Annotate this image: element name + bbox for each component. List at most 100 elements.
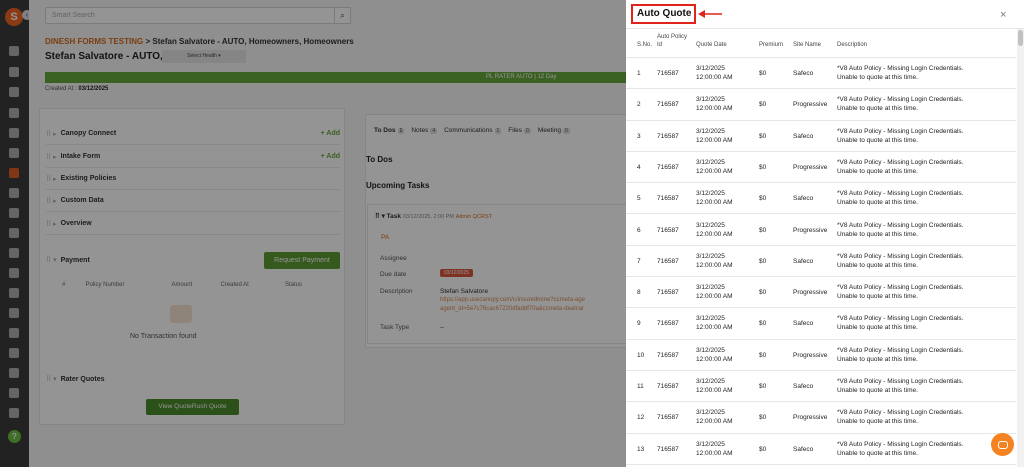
close-icon[interactable]: × — [1000, 9, 1006, 21]
cell-sno: 1 — [637, 70, 641, 77]
cell-site-name: Safeco — [793, 383, 814, 390]
cell-quote-time: 12:00:00 AM — [696, 199, 733, 207]
cell-policy-id: 716587 — [657, 163, 679, 171]
cell-description: *V8 Auto Policy - Missing Login Credenti… — [837, 127, 964, 135]
cell-policy-id: 716587 — [657, 383, 679, 390]
cell-quote-time: 12:00:00 AM — [696, 136, 733, 144]
cell-quote-date: 3/12/2025 — [696, 440, 725, 448]
cell-quote-time: 12:00:00 AM — [696, 105, 733, 113]
cell-sno: 11 — [637, 383, 644, 390]
cell-description: *V8 Auto Policy - Missing Login Credenti… — [837, 440, 964, 448]
cell-premium: $0 — [759, 257, 767, 265]
cell-policy-id: 716587 — [657, 195, 679, 203]
auto-quote-drawer: Auto Quote × S.No. Auto Policy Id Quote … — [626, 0, 1024, 467]
cell-quote-time: 12:00:00 AM — [696, 74, 733, 81]
cell-quote-date: 3/12/2025 — [696, 315, 725, 323]
cell-site-name: Safeco — [793, 257, 814, 265]
cell-sno: 4 — [637, 163, 641, 171]
cell-policy-id: 716587 — [657, 351, 679, 359]
cell-description: *V8 Auto Policy - Missing Login Credenti… — [837, 96, 964, 104]
cell-quote-time: 12:00:00 AM — [696, 449, 733, 457]
cell-sno: 6 — [637, 226, 641, 234]
cell-premium: $0 — [759, 320, 767, 328]
cell-sno: 13 — [637, 445, 645, 453]
cell-description: *V8 Auto Policy - Missing Login Credenti… — [837, 190, 964, 198]
cell-sno: 12 — [637, 414, 645, 422]
cell-premium: $0 — [759, 445, 767, 453]
cell-description: *V8 Auto Policy - Missing Login Credenti… — [837, 65, 964, 72]
cell-sno: 3 — [637, 132, 641, 140]
col-sno: S.No. — [637, 42, 653, 48]
cell-site-name: Progressive — [793, 226, 828, 234]
cell-quote-time: 12:00:00 AM — [696, 261, 733, 269]
col-quote-date: Quote Date — [696, 42, 727, 48]
drawer-title: Auto Quote — [631, 4, 696, 24]
cell-quote-time: 12:00:00 AM — [696, 387, 733, 394]
cell-sno: 10 — [637, 351, 645, 359]
cell-premium: $0 — [759, 101, 767, 109]
cell-description-cont: Unable to quote at this time. — [837, 230, 918, 238]
cell-quote-date: 3/12/2025 — [696, 409, 725, 417]
table-row: 13 716587 3/12/2025 12:00:00 AM $0 Safeco *V8 … — [626, 434, 1016, 465]
cell-site-name: Safeco — [793, 70, 814, 77]
modal-overlay[interactable] — [0, 0, 626, 467]
col-site-name: Site Name — [793, 42, 822, 48]
cell-quote-date: 3/12/2025 — [696, 378, 725, 385]
cell-premium: $0 — [759, 414, 767, 422]
cell-quote-date: 3/12/2025 — [696, 127, 725, 135]
cell-description: *V8 Auto Policy - Missing Login Credenti… — [837, 252, 964, 260]
cell-description-cont: Unable to quote at this time. — [837, 74, 918, 81]
cell-description-cont: Unable to quote at this time. — [837, 449, 918, 457]
table-row: 11 716587 3/12/2025 12:00:00 AM $0 Safeco *V8 … — [626, 371, 1016, 403]
red-arrow-icon — [698, 10, 722, 18]
cell-policy-id: 716587 — [657, 132, 679, 140]
cell-premium: $0 — [759, 132, 767, 140]
cell-site-name: Progressive — [793, 289, 828, 297]
col-description: Description — [837, 42, 868, 48]
cell-policy-id: 716587 — [657, 226, 679, 234]
cell-description: *V8 Auto Policy - Missing Login Credenti… — [837, 346, 964, 354]
cell-premium: $0 — [759, 351, 767, 359]
cell-description: *V8 Auto Policy - Missing Login Credenti… — [837, 284, 964, 292]
scrollbar-track[interactable] — [1017, 29, 1024, 467]
cell-description: *V8 Auto Policy - Missing Login Credenti… — [837, 315, 964, 323]
cell-site-name: Safeco — [793, 445, 814, 453]
quote-table-header: S.No. Auto Policy Id Quote Date Premium … — [626, 32, 1016, 58]
table-row: 4 716587 3/12/2025 12:00:00 AM $0 Progressive… — [626, 152, 1016, 184]
cell-sno: 5 — [637, 195, 641, 203]
cell-policy-id: 716587 — [657, 445, 679, 453]
cell-quote-time: 12:00:00 AM — [696, 293, 733, 301]
cell-quote-date: 3/12/2025 — [696, 284, 725, 292]
cell-quote-date: 3/12/2025 — [696, 96, 725, 104]
cell-description: *V8 Auto Policy - Missing Login Credenti… — [837, 158, 964, 166]
cell-quote-date: 3/12/2025 — [696, 221, 725, 229]
cell-sno: 8 — [637, 289, 641, 297]
cell-description-cont: Unable to quote at this time. — [837, 387, 918, 394]
cell-policy-id: 716587 — [657, 70, 679, 77]
cell-premium: $0 — [759, 163, 767, 171]
cell-premium: $0 — [759, 195, 767, 203]
cell-site-name: Safeco — [793, 320, 814, 328]
table-row: 7 716587 3/12/2025 12:00:00 AM $0 Safeco *V8 A… — [626, 246, 1016, 278]
cell-premium: $0 — [759, 226, 767, 234]
cell-description-cont: Unable to quote at this time. — [837, 167, 918, 175]
drawer-header: Auto Quote × — [626, 0, 1024, 29]
cell-site-name: Progressive — [793, 163, 828, 171]
cell-quote-date: 3/12/2025 — [696, 158, 725, 166]
table-row: 8 716587 3/12/2025 12:00:00 AM $0 Progressive… — [626, 277, 1016, 309]
scrollbar-thumb[interactable] — [1018, 30, 1023, 46]
chat-launcher-button[interactable] — [991, 433, 1014, 456]
cell-description-cont: Unable to quote at this time. — [837, 136, 918, 144]
table-row: 9 716587 3/12/2025 12:00:00 AM $0 Safeco *V8 A… — [626, 308, 1016, 340]
cell-description-cont: Unable to quote at this time. — [837, 105, 918, 113]
cell-description: *V8 Auto Policy - Missing Login Credenti… — [837, 409, 964, 417]
table-row: 2 716587 3/12/2025 12:00:00 AM $0 Progressive… — [626, 89, 1016, 121]
cell-policy-id: 716587 — [657, 257, 679, 265]
cell-premium: $0 — [759, 289, 767, 297]
cell-quote-time: 12:00:00 AM — [696, 324, 733, 332]
cell-description-cont: Unable to quote at this time. — [837, 355, 918, 363]
cell-quote-time: 12:00:00 AM — [696, 418, 733, 426]
cell-quote-time: 12:00:00 AM — [696, 230, 733, 238]
cell-policy-id: 716587 — [657, 101, 679, 109]
cell-description-cont: Unable to quote at this time. — [837, 261, 918, 269]
